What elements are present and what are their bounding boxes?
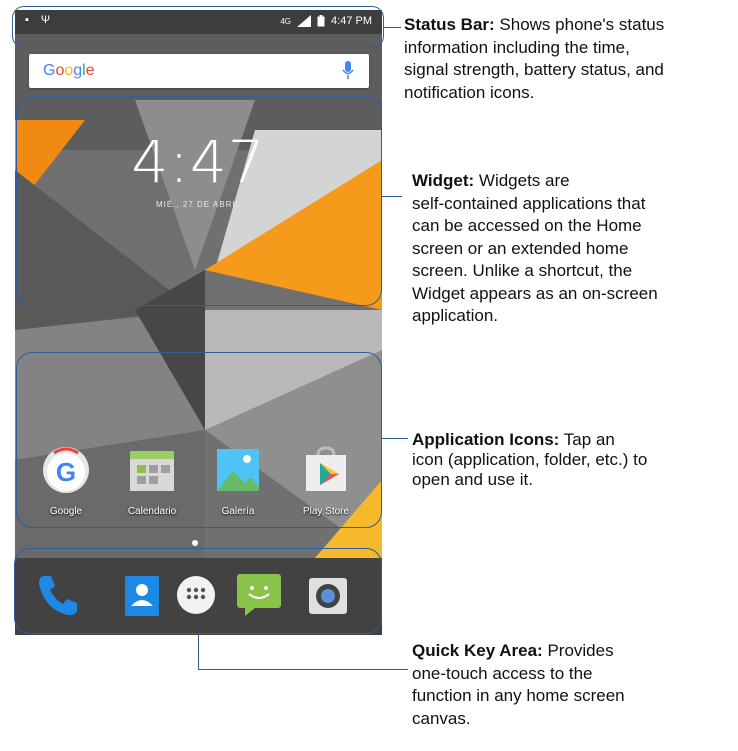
quick-key-connector-horizontal: [198, 669, 408, 670]
status-bar-annotation: Status Bar: Shows phone's status informa…: [404, 15, 665, 102]
widget-connector: [382, 196, 402, 197]
status-bar-highlight: [12, 6, 384, 48]
app-icons-annotation: Application Icons: Tap an icon (applicat…: [412, 430, 648, 489]
quick-key-annotation: Quick Key Area: Provides one-touch acces…: [412, 641, 625, 728]
quick-key-connector-vertical: [198, 634, 199, 669]
google-search-bar[interactable]: Google: [29, 54, 369, 88]
google-logo: Google: [43, 62, 95, 79]
page-indicator: [192, 540, 198, 546]
widget-annotation: Widget: Widgets are self-contained appli…: [412, 171, 658, 325]
mic-icon[interactable]: [341, 60, 355, 82]
app-icons-highlight: [16, 352, 382, 528]
quick-key-highlight: [14, 548, 382, 634]
status-bar-connector: [384, 27, 401, 28]
app-icons-connector: [382, 438, 408, 439]
widget-highlight: [16, 96, 382, 306]
